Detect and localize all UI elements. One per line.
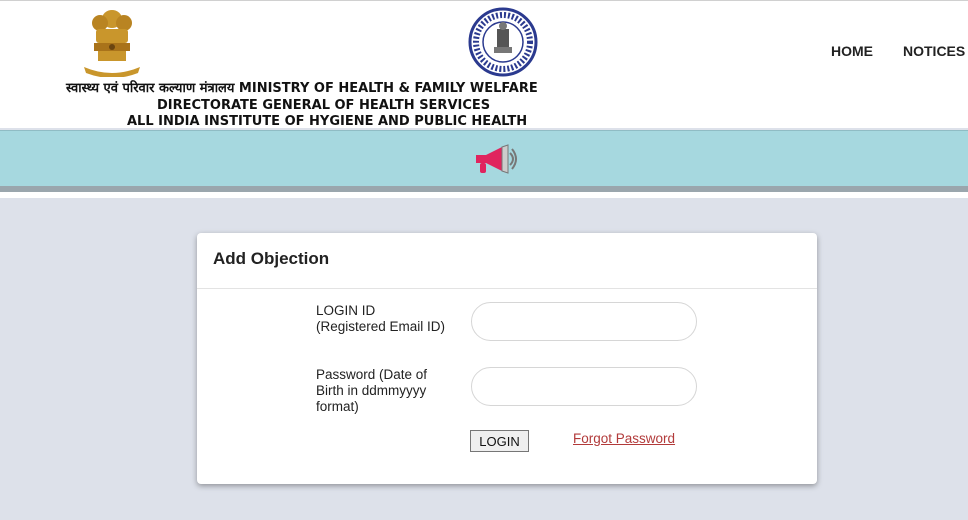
institute-title: ALL INDIA INSTITUTE OF HYGIENE AND PUBLI… [127, 114, 528, 129]
directorate-title: DIRECTORATE GENERAL OF HEALTH SERVICES [157, 98, 491, 113]
nav-home[interactable]: HOME [831, 43, 873, 59]
password-input[interactable] [471, 367, 697, 406]
ministry-title: स्वास्थ्य एवं परिवार कल्याण मंत्रालय MIN… [66, 81, 538, 96]
header-divider [0, 186, 968, 198]
institute-seal-icon [468, 7, 538, 77]
forgot-password-link[interactable]: Forgot Password [573, 431, 675, 446]
site-header: स्वास्थ्य एवं परिवार कल्याण मंत्रालय MIN… [0, 0, 968, 129]
login-button[interactable]: LOGIN [470, 430, 529, 452]
nav-notices[interactable]: NOTICES [903, 43, 965, 59]
add-objection-card: Add Objection LOGIN ID (Registered Email… [197, 233, 817, 484]
login-id-label: LOGIN ID (Registered Email ID) [316, 303, 446, 334]
login-id-input[interactable] [471, 302, 697, 341]
password-label: Password (Date of Birth in ddmmyyyy form… [316, 367, 428, 414]
megaphone-icon[interactable] [472, 143, 520, 177]
national-emblem-icon [84, 10, 140, 77]
card-header: Add Objection [197, 233, 817, 289]
announcement-bar [0, 130, 968, 186]
card-title: Add Objection [213, 249, 330, 268]
